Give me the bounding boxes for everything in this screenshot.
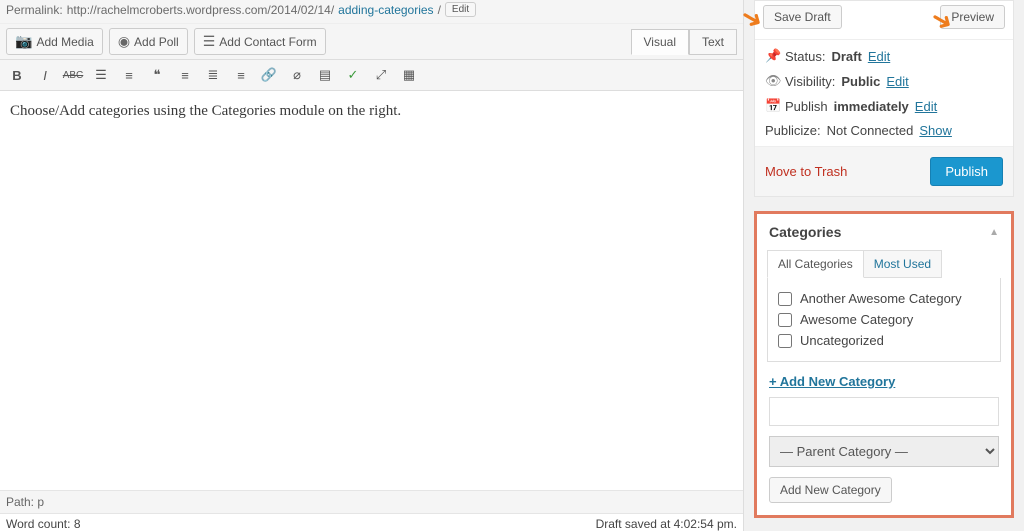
align-left-icon[interactable]: ≡ [174,64,196,86]
category-label: Another Awesome Category [800,291,962,306]
visibility-value: Public [841,74,880,89]
path-value: p [37,495,44,509]
poll-icon: ◉ [118,33,130,50]
ul-icon[interactable]: ☰ [90,64,112,86]
new-category-input[interactable] [769,397,999,426]
add-contact-form-button[interactable]: ☰ Add Contact Form [194,28,326,55]
align-center-icon[interactable]: ≣ [202,64,224,86]
categories-panel: Another Awesome Category Awesome Categor… [767,278,1001,362]
save-draft-button[interactable]: Save Draft [763,5,842,29]
publish-button[interactable]: Publish [930,157,1003,186]
publish-box: Save Draft Preview ➜ ➜ 📌 Status: Draft E… [754,0,1014,197]
permalink-label: Permalink: [6,3,63,17]
edit-visibility-link[interactable]: Edit [886,74,908,89]
collapse-icon[interactable]: ▲ [989,227,999,238]
form-icon: ☰ [203,33,216,50]
word-count-value: 8 [74,517,81,531]
tab-text[interactable]: Text [689,29,737,55]
publicize-show-link[interactable]: Show [919,123,952,138]
edit-slug-button[interactable]: Edit [445,2,476,17]
add-category-link[interactable]: + Add New Category [769,374,999,389]
visibility-label: Visibility: [785,74,835,89]
more-icon[interactable]: ▤ [314,64,336,86]
add-contact-form-label: Add Contact Form [219,35,316,49]
category-label: Uncategorized [800,333,884,348]
status-label: Status: [785,49,825,64]
publish-value: immediately [834,99,909,114]
quote-icon[interactable]: ❝ [146,64,168,86]
editor-content[interactable]: Choose/Add categories using the Categori… [0,91,743,490]
edit-schedule-link[interactable]: Edit [915,99,937,114]
publicize-value: Not Connected [827,123,914,138]
tab-visual[interactable]: Visual [631,29,689,55]
add-category-button[interactable]: Add New Category [769,477,892,503]
tab-most-used[interactable]: Most Used [864,250,942,278]
category-item[interactable]: Uncategorized [778,330,990,351]
preview-button[interactable]: Preview [940,5,1005,29]
publish-label: Publish [785,99,828,114]
tab-all-categories[interactable]: All Categories [767,250,864,278]
bold-icon[interactable]: B [6,64,28,86]
categories-box: Categories ▲ All Categories Most Used An… [754,211,1014,518]
permalink-url-prefix: http://rachelmcroberts.wordpress.com/201… [67,3,334,17]
calendar-icon: 📅 [765,98,779,114]
content-text: Choose/Add categories using the Categori… [10,103,401,119]
permalink-slug: adding-categories [338,3,433,17]
align-right-icon[interactable]: ≡ [230,64,252,86]
pin-icon: 📌 [765,48,779,64]
status-value: Draft [831,49,861,64]
editor-toolbar: B I ABC ☰ ≡ ❝ ≡ ≣ ≡ 🔗 ⌀ ▤ ✓ ⤢ ▦ [0,60,743,91]
add-poll-label: Add Poll [134,35,179,49]
category-checkbox[interactable] [778,313,792,327]
ol-icon[interactable]: ≡ [118,64,140,86]
category-checkbox[interactable] [778,334,792,348]
strike-icon[interactable]: ABC [62,64,84,86]
eye-icon: 👁 [765,73,779,89]
italic-icon[interactable]: I [34,64,56,86]
editor-path: Path: p [0,490,743,513]
kitchensink-icon[interactable]: ▦ [398,64,420,86]
categories-title: Categories [769,224,841,240]
permalink-row: Permalink: http://rachelmcroberts.wordpr… [0,0,743,24]
category-label: Awesome Category [800,312,913,327]
move-to-trash-link[interactable]: Move to Trash [765,164,847,179]
media-row: 📷 Add Media ◉ Add Poll ☰ Add Contact For… [0,24,743,60]
add-media-label: Add Media [36,35,93,49]
fullscreen-icon[interactable]: ⤢ [370,64,392,86]
word-count-label: Word count: [6,517,70,531]
edit-status-link[interactable]: Edit [868,49,890,64]
category-checkbox[interactable] [778,292,792,306]
link-icon[interactable]: 🔗 [258,64,280,86]
add-media-button[interactable]: 📷 Add Media [6,28,103,55]
unlink-icon[interactable]: ⌀ [286,64,308,86]
category-item[interactable]: Awesome Category [778,309,990,330]
publicize-label: Publicize: [765,123,821,138]
save-status: Draft saved at 4:02:54 pm. [596,517,737,531]
spellcheck-icon[interactable]: ✓ [342,64,364,86]
path-label: Path: [6,495,34,509]
camera-music-icon: 📷 [15,33,32,50]
parent-category-select[interactable]: — Parent Category — [769,436,999,467]
category-item[interactable]: Another Awesome Category [778,288,990,309]
editor-meta: Word count: 8 Draft saved at 4:02:54 pm. [0,513,743,531]
permalink-suffix: / [438,3,441,17]
add-poll-button[interactable]: ◉ Add Poll [109,28,188,55]
